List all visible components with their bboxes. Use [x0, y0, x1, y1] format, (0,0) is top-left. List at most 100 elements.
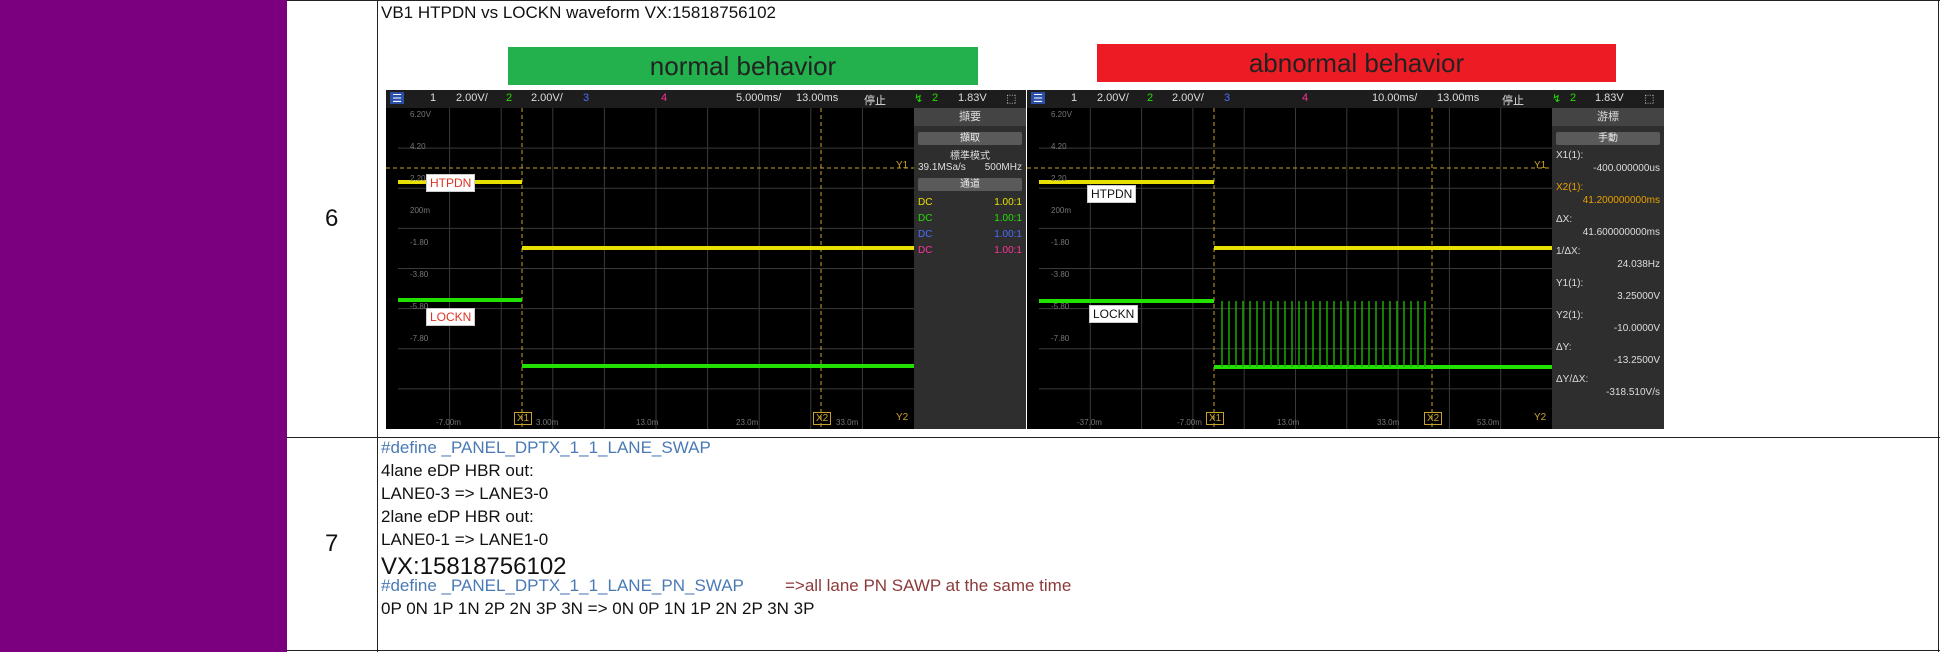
- readout-label: Y1(1):: [1556, 278, 1584, 289]
- define-pn-swap: #define _PANEL_DPTX_1_1_LANE_PN_SWAP: [381, 576, 744, 595]
- abnormal-banner: abnormal behavior: [1097, 44, 1616, 82]
- ch2-label: 2: [506, 92, 513, 104]
- y-tick: 2.20: [1051, 174, 1067, 183]
- trigger-channel: 2: [1570, 92, 1577, 104]
- ch3-probe: 1.00:1: [994, 229, 1022, 240]
- delay: 13.00ms: [1437, 92, 1480, 104]
- row-divider-top: [287, 0, 1940, 1]
- ch2-coupling: DC: [918, 213, 933, 224]
- readout-label: X1(1):: [1556, 150, 1584, 161]
- x-tick: -37.0m: [1077, 418, 1102, 427]
- ch3-label: 3: [583, 92, 590, 104]
- menu-icon: ☰: [1031, 92, 1045, 105]
- x-tick: 53.0m: [1477, 418, 1500, 427]
- ch1-label: 1: [430, 92, 437, 104]
- row-number: 7: [325, 530, 339, 557]
- ch1-label: 1: [1071, 92, 1078, 104]
- trigger-icon: ↯: [914, 93, 924, 105]
- ch2-scale: 2.00V/: [531, 92, 563, 104]
- x-tick: 3.00m: [536, 418, 559, 427]
- y-tick: -7.80: [410, 334, 429, 343]
- readout-label: 1/ΔX:: [1556, 246, 1581, 257]
- scope-toolbar: ☰ 1 2.00V/ 2 2.00V/ 3 4 5.000ms/ 13.00ms…: [386, 90, 1026, 108]
- menu-icon: ☰: [390, 92, 404, 105]
- readout-label: Y2(1):: [1556, 310, 1584, 321]
- waveform-title: VB1 HTPDN vs LOCKN waveform: [381, 3, 640, 22]
- y-tick: -1.80: [1051, 238, 1070, 247]
- waveform-plot: [1027, 108, 1552, 429]
- bandwidth: 500MHz: [984, 162, 1022, 173]
- ch1-scale: 2.00V/: [456, 92, 488, 104]
- y-tick: -3.80: [1051, 270, 1070, 279]
- row-title: VB1 HTPDN vs LOCKN waveform VX:158187561…: [381, 3, 776, 23]
- readout-label: ΔY/ΔX:: [1556, 374, 1589, 385]
- ch4-label: 4: [661, 92, 668, 104]
- pn-swap-note: =>all lane PN SAWP at the same time: [785, 576, 1072, 595]
- readout-value: 41.600000000ms: [1582, 227, 1660, 238]
- y-tick: 200m: [1051, 206, 1072, 215]
- y-tick: 6.20V: [410, 110, 431, 119]
- zoom-icon: ⬚: [1644, 93, 1655, 105]
- normal-banner: normal behavior: [508, 47, 978, 85]
- y-tick: -5.80: [410, 302, 429, 311]
- acquire-mode: 標準模式: [950, 151, 990, 162]
- x-tick: 23.0m: [736, 418, 759, 427]
- ch2-probe: 1.00:1: [994, 213, 1022, 224]
- waveform-plot: [386, 108, 914, 429]
- x-tick: 33.0m: [1377, 418, 1400, 427]
- readout-value: -13.2500V: [1613, 355, 1660, 366]
- x-tick: 13.0m: [1277, 418, 1300, 427]
- readout-value: 3.25000V: [1617, 291, 1660, 302]
- vx-contact: VX:15818756102: [644, 3, 776, 22]
- sample-rate: 39.1MSa/s: [918, 162, 966, 173]
- row-divider-bottom: [287, 650, 1940, 651]
- zoom-icon: ⬚: [1006, 93, 1017, 105]
- define-lane-swap: #define _PANEL_DPTX_1_1_LANE_SWAP: [381, 438, 711, 457]
- ch4-probe: 1.00:1: [994, 245, 1022, 256]
- marker-y1: Y1: [896, 160, 909, 171]
- channels-button[interactable]: 通道: [918, 178, 1022, 191]
- y-tick: 2.20: [410, 174, 426, 183]
- y-tick: -3.80: [410, 270, 429, 279]
- row-number: 6: [325, 205, 339, 232]
- acquire-button[interactable]: 擷取: [918, 132, 1022, 145]
- y-tick: 200m: [410, 206, 431, 215]
- htpdn-label: HTPDN: [1087, 185, 1137, 203]
- line-lane-map-2: LANE0-1 => LANE1-0: [381, 530, 549, 549]
- readout-value: -318.510V/s: [1606, 387, 1660, 398]
- cursor-mode-button[interactable]: 手動: [1556, 132, 1660, 145]
- readout-value: 24.038Hz: [1617, 259, 1660, 270]
- timebase: 10.00ms/: [1372, 92, 1418, 104]
- trigger-level: 1.83V: [958, 92, 987, 104]
- readout-label: X2(1):: [1556, 182, 1584, 193]
- readout-value: -10.0000V: [1613, 323, 1660, 334]
- line-pn-map: 0P 0N 1P 1N 2P 2N 3P 3N => 0N 0P 1N 1P 2…: [381, 599, 815, 618]
- x-tick: -7.00m: [436, 418, 461, 427]
- ch1-coupling: DC: [918, 197, 933, 208]
- marker-x1: X1: [1206, 412, 1225, 425]
- run-status: 停止: [1502, 95, 1524, 107]
- trigger-icon: ↯: [1552, 93, 1562, 105]
- readout-label: ΔY:: [1556, 342, 1572, 353]
- marker-y2: Y2: [1534, 412, 1547, 423]
- lockn-toggling-burst: [1221, 301, 1426, 367]
- x-tick: 33.0m: [836, 418, 859, 427]
- line-2lane: 2lane eDP HBR out:: [381, 507, 534, 526]
- y-tick: -5.80: [1051, 302, 1070, 311]
- panel-title: 擷要: [914, 108, 1026, 126]
- scope-screenshot-normal: ☰ 1 2.00V/ 2 2.00V/ 3 4 5.000ms/ 13.00ms…: [386, 90, 1026, 429]
- timebase: 5.000ms/: [736, 92, 782, 104]
- ch3-coupling: DC: [918, 229, 933, 240]
- ch1-probe: 1.00:1: [994, 197, 1022, 208]
- delay: 13.00ms: [796, 92, 839, 104]
- x-tick: -7.00m: [1177, 418, 1202, 427]
- ch4-label: 4: [1302, 92, 1309, 104]
- y-tick: -7.80: [1051, 334, 1070, 343]
- sidebar-band: [0, 0, 287, 652]
- column-divider: [377, 0, 378, 652]
- panel-title: 游標: [1552, 108, 1664, 126]
- normal-banner-label: normal behavior: [649, 50, 837, 81]
- y-tick: 4.20: [1051, 142, 1067, 151]
- scope-toolbar: ☰ 1 2.00V/ 2 2.00V/ 3 4 10.00ms/ 13.00ms…: [1027, 90, 1664, 108]
- y-tick: 6.20V: [1051, 110, 1072, 119]
